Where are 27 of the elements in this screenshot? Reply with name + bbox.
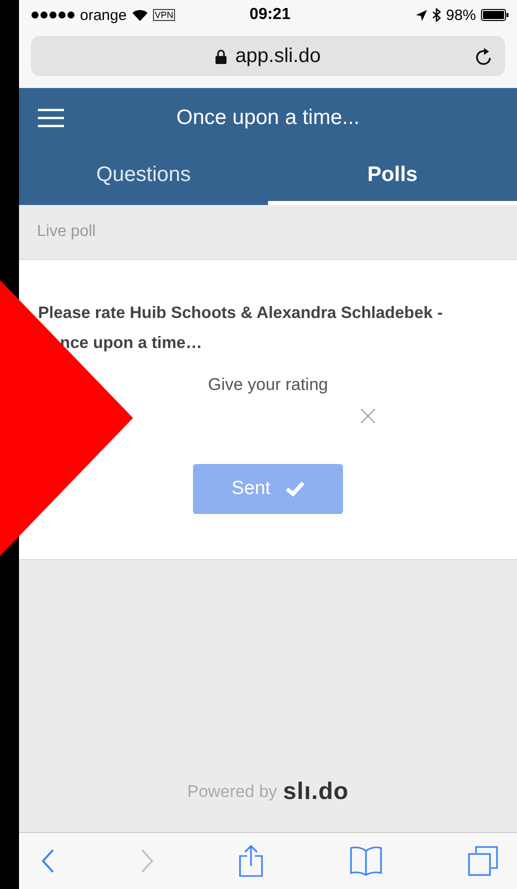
share-icon[interactable] (238, 844, 264, 878)
tab[interactable]: Polls (268, 148, 517, 205)
bluetooth-icon (432, 8, 441, 22)
url-text: app.sli.do (235, 44, 321, 68)
tab[interactable]: Questions (19, 148, 268, 205)
menu-icon[interactable] (38, 108, 64, 128)
battery-percent: 98% (446, 6, 476, 24)
poll-question: Please rate Huib Schoots & Alexandra Schladebek - (38, 303, 444, 324)
back-icon[interactable] (41, 848, 55, 874)
logo: slı.do (283, 778, 349, 806)
check-icon (284, 481, 305, 497)
wifi-icon (132, 9, 148, 21)
signal-icon (31, 11, 75, 19)
rating-prompt: Give your rating (208, 375, 328, 395)
location-icon (416, 10, 427, 20)
clock-time: 09:21 (250, 6, 290, 24)
powered-by-text: Powered by (187, 782, 278, 802)
lock-icon (215, 48, 228, 64)
address-bar[interactable]: app.sli.do (31, 36, 505, 76)
book-icon[interactable] (348, 845, 382, 877)
battery-icon (481, 9, 510, 21)
event-title: Once upon a time... (176, 106, 360, 130)
tabs-icon[interactable] (467, 845, 499, 877)
carrier-name: orange (80, 6, 127, 24)
clear-icon[interactable] (360, 408, 376, 424)
reload-icon[interactable] (475, 47, 493, 66)
vpn-badge: VPN (152, 9, 176, 21)
